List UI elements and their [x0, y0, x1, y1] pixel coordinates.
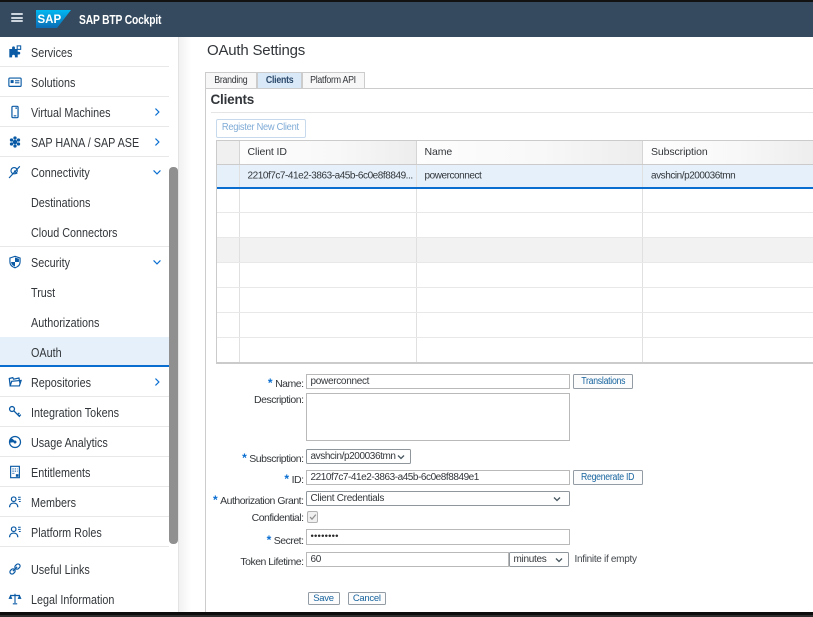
svg-text:SAP: SAP	[38, 14, 62, 26]
